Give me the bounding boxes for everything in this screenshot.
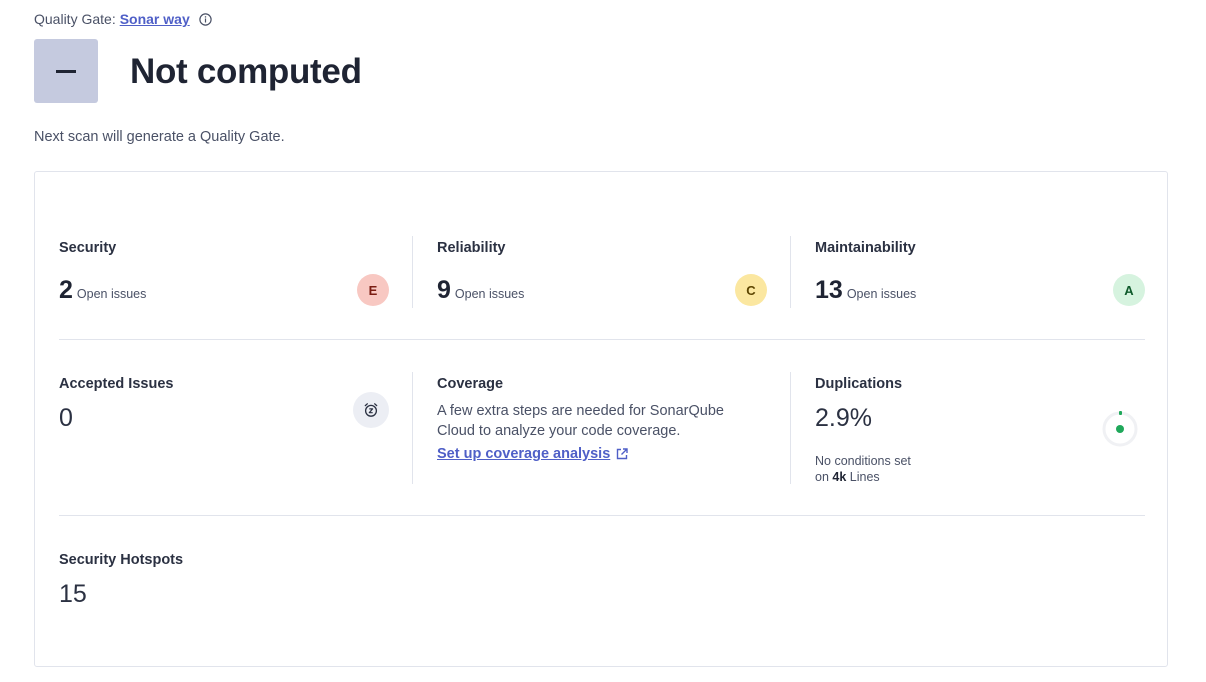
duplication-gauge-icon xyxy=(1100,408,1140,453)
maintainability-metric: 13 Open issues xyxy=(815,276,916,305)
reliability-count[interactable]: 9 xyxy=(437,276,451,305)
reliability-card[interactable]: Reliability xyxy=(437,240,506,256)
reliability-count-label: Open issues xyxy=(454,287,525,301)
external-link-icon xyxy=(617,448,628,460)
setup-coverage-link[interactable]: Set up coverage analysis xyxy=(437,446,629,462)
quality-gate-status-box xyxy=(34,39,98,103)
security-hotspots-card[interactable]: Security Hotspots xyxy=(59,552,183,568)
reliability-rating-badge[interactable]: C xyxy=(735,274,767,306)
duplications-note-line2: on 4k Lines xyxy=(815,469,911,485)
maintainability-rating-badge[interactable]: A xyxy=(1113,274,1145,306)
next-scan-message: Next scan will generate a Quality Gate. xyxy=(34,129,285,145)
security-hotspots-title: Security Hotspots xyxy=(59,552,184,568)
maintainability-count-label: Open issues xyxy=(846,287,917,301)
maintainability-card[interactable]: Maintainability xyxy=(815,240,916,256)
info-icon[interactable] xyxy=(199,12,212,26)
page: Quality Gate: Sonar way Not computed Nex… xyxy=(0,0,1206,682)
measures-card: Security 2 Open issues E Reliability 9 O… xyxy=(34,171,1168,667)
security-metric: 2 Open issues xyxy=(59,276,146,305)
duplications-note-line1: No conditions set xyxy=(815,454,911,468)
status-dash-icon xyxy=(56,69,76,73)
duplications-note: No conditions set on 4k Lines xyxy=(815,453,911,485)
quality-gate-line: Quality Gate: Sonar way xyxy=(34,11,212,27)
security-count-label: Open issues xyxy=(76,287,147,301)
alarm-clock-icon xyxy=(353,392,389,428)
accepted-issues-title: Accepted Issues xyxy=(59,376,174,392)
reliability-title: Reliability xyxy=(437,240,506,256)
coverage-title: Coverage xyxy=(437,376,504,392)
duplications-card[interactable]: Duplications xyxy=(815,376,902,392)
security-hotspots-count[interactable]: 15 xyxy=(59,580,87,609)
row-divider xyxy=(59,339,1145,340)
duplications-lines-count: 4k xyxy=(832,470,847,484)
reliability-metric: 9 Open issues xyxy=(437,276,524,305)
accepted-issues-card[interactable]: Accepted Issues xyxy=(59,376,173,392)
security-rating-badge[interactable]: E xyxy=(357,274,389,306)
security-count[interactable]: 2 xyxy=(59,276,73,305)
row-divider xyxy=(59,515,1145,516)
coverage-message: A few extra steps are needed for SonarQu… xyxy=(437,403,724,439)
coverage-card: Coverage xyxy=(437,376,503,392)
divider xyxy=(412,372,413,484)
maintainability-title: Maintainability xyxy=(815,240,916,256)
security-title: Security xyxy=(59,240,117,256)
duplications-note-on: on xyxy=(815,470,829,484)
duplications-title: Duplications xyxy=(815,376,903,392)
divider xyxy=(790,372,791,484)
maintainability-count[interactable]: 13 xyxy=(815,276,843,305)
security-card[interactable]: Security xyxy=(59,240,116,256)
duplications-lines-label: Lines xyxy=(849,470,880,484)
setup-coverage-link-label: Set up coverage analysis xyxy=(437,446,611,462)
quality-gate-name-link[interactable]: Sonar way xyxy=(120,11,190,27)
quality-gate-label: Quality Gate: xyxy=(34,11,116,27)
duplications-value[interactable]: 2.9% xyxy=(815,404,872,433)
divider xyxy=(412,236,413,308)
divider xyxy=(790,236,791,308)
quality-gate-status-title: Not computed xyxy=(130,52,362,91)
accepted-issues-count[interactable]: 0 xyxy=(59,404,73,433)
